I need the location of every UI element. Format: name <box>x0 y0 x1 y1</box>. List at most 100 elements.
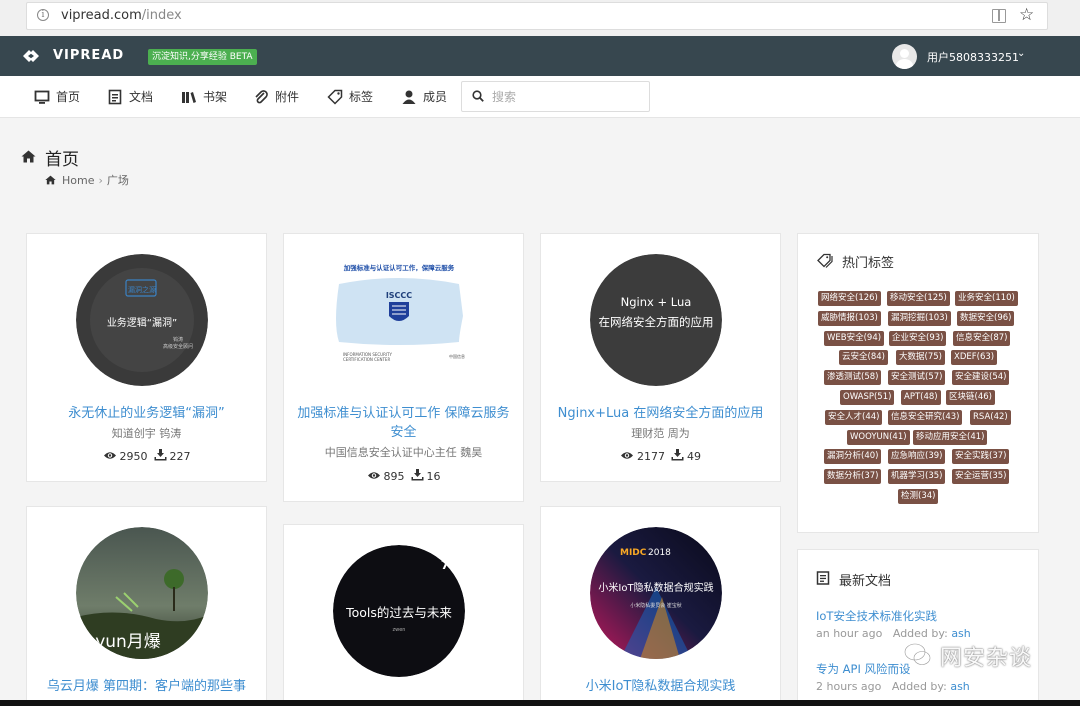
card-title[interactable]: Nginx+Lua 在网络安全方面的应用 <box>549 404 772 423</box>
eye-icon <box>103 452 116 459</box>
search-input[interactable] <box>492 88 642 106</box>
address-bar[interactable]: i vipread.com/index ☆ <box>26 2 1048 30</box>
home-icon <box>21 150 36 163</box>
card-author: 中国信息安全认证中心主任 魏昊 <box>324 446 483 459</box>
tag-item[interactable]: 数据安全(96) <box>957 311 1015 326</box>
card-cover-image[interactable]: 加强标准与认证认可工作，保障云服务 ISCCC INFORMATION SECU… <box>333 254 465 386</box>
reader-view-icon[interactable] <box>992 9 1006 23</box>
doc-card[interactable]: 7 oo Tools的过去与未来 zwen <box>283 524 524 706</box>
eye-icon <box>621 452 633 459</box>
card-author: 知道创宇 钨涛 <box>111 427 182 440</box>
doc-card[interactable]: 漏洞之源 业务逻辑“漏洞” 钨涛 高级安全顾问 永无休止的业务逻辑“漏洞” 知道… <box>26 233 267 482</box>
download-icon <box>154 449 166 461</box>
tag-item[interactable]: 安全实践(37) <box>952 449 1010 464</box>
card-cover-text: 业务逻辑“漏洞” <box>107 316 177 329</box>
breadcrumb-home-icon <box>45 175 56 185</box>
paperclip-icon <box>255 90 268 104</box>
bookshelf-icon <box>182 92 196 103</box>
tags-icon <box>817 253 833 268</box>
tag-item[interactable]: 应急响应(39) <box>888 449 946 464</box>
card-cover-image[interactable]: 漏洞之源 业务逻辑“漏洞” 钨涛 高级安全顾问 <box>76 254 208 386</box>
latest-doc-meta: an hour ago Added by: ash <box>816 627 971 640</box>
tag-item[interactable]: 检测(34) <box>898 489 939 504</box>
tag-item[interactable]: 安全人才(44) <box>825 410 883 425</box>
tag-item[interactable]: 漏洞分析(40) <box>824 449 882 464</box>
url-text[interactable]: vipread.com/index <box>61 8 182 23</box>
tag-item[interactable]: 网络安全(126) <box>818 291 881 306</box>
breadcrumb-home[interactable]: Home <box>62 174 94 187</box>
download-icon <box>671 449 684 461</box>
download-icon <box>411 469 423 481</box>
tag-item[interactable]: 安全运营(35) <box>952 469 1010 484</box>
card-title[interactable]: 永无休止的业务逻辑“漏洞” <box>35 404 258 423</box>
main-nav: 首页 文档 书架 附件 标签 成员 <box>0 76 1080 118</box>
tag-item[interactable]: XDEF(63) <box>951 350 998 365</box>
tag-item[interactable]: 信息安全研究(43) <box>888 410 963 425</box>
view-count: 2177 <box>637 450 665 463</box>
tag-item[interactable]: 机器学习(35) <box>888 469 946 484</box>
document-icon <box>108 89 122 105</box>
card-cover-text-line1: Nginx + Lua <box>621 295 692 309</box>
view-count: 2950 <box>119 450 148 463</box>
download-count: 49 <box>687 450 701 463</box>
monitor-icon <box>34 90 50 104</box>
breadcrumb: Home › 广场 <box>45 172 129 188</box>
latest-doc-link[interactable]: 专为 API 风险而设 <box>816 661 911 677</box>
doc-card[interactable]: yun月爆 乌云月爆 第四期：客户端的那些事 <box>26 506 267 706</box>
watermark-text: 网安杂谈 <box>940 646 1033 671</box>
card-title[interactable]: 小米IoT隐私数据合规实践 <box>549 677 772 696</box>
beta-badge: 沉淀知识,分享经验 BETA <box>148 49 257 65</box>
svg-text:中国信息: 中国信息 <box>449 353 465 359</box>
tag-item[interactable]: 安全测试(57) <box>888 370 946 385</box>
card-cover-text: ISCCC <box>386 291 412 300</box>
tag-item[interactable]: APT(48) <box>901 390 941 405</box>
tag-item[interactable]: 业务安全(110) <box>955 291 1018 306</box>
tag-item[interactable]: 云安全(84) <box>839 350 888 365</box>
tag-item[interactable]: 大数据(75) <box>896 350 945 365</box>
taskbar-strip <box>0 700 1080 706</box>
tag-item[interactable]: 渗透测试(58) <box>824 370 882 385</box>
tag-item[interactable]: 区块链(46) <box>946 390 995 405</box>
avatar[interactable] <box>892 44 917 69</box>
brand-name[interactable]: VIPREAD <box>53 48 124 63</box>
members-icon <box>402 90 416 104</box>
tag-item[interactable]: WOOYUN(41) <box>847 430 910 445</box>
doc-card[interactable]: 加强标准与认证认可工作，保障云服务 ISCCC INFORMATION SECU… <box>283 233 524 502</box>
card-title[interactable]: 乌云月爆 第四期：客户端的那些事 <box>35 677 258 696</box>
svg-text:7: 7 <box>441 558 449 572</box>
search-icon <box>472 90 484 102</box>
tag-item[interactable]: WEB安全(94) <box>824 331 885 346</box>
chevron-down-icon[interactable]: ⌄ <box>1017 48 1025 59</box>
card-cover-image[interactable]: Nginx + Lua 在网络安全方面的应用 <box>590 254 722 386</box>
tag-item[interactable]: 企业安全(93) <box>889 331 947 346</box>
svg-text:小米隐私委员会 崔宝秋: 小米隐私委员会 崔宝秋 <box>630 602 682 609</box>
doc-card[interactable]: MIDC 2018 小米IoT隐私数据合规实践 小米隐私委员会 崔宝秋 小米Io… <box>540 506 781 706</box>
card-cover-image[interactable]: MIDC 2018 小米IoT隐私数据合规实践 小米隐私委员会 崔宝秋 <box>590 527 722 659</box>
tag-item[interactable]: 威胁情报(103) <box>818 311 881 326</box>
page-title: 首页 <box>45 150 79 170</box>
doc-author-link[interactable]: ash <box>951 627 970 640</box>
user-name[interactable]: 用户5808333251 <box>927 49 1019 65</box>
search-box[interactable] <box>461 81 650 112</box>
tag-item[interactable]: 漏洞挖掘(103) <box>888 311 951 326</box>
breadcrumb-current: 广场 <box>106 174 129 187</box>
tag-item[interactable]: OWASP(51) <box>840 390 895 405</box>
tag-item[interactable]: RSA(42) <box>970 410 1011 425</box>
card-cover-image[interactable]: 7 oo Tools的过去与未来 zwen <box>333 545 465 677</box>
tag-item[interactable]: 安全建设(54) <box>952 370 1010 385</box>
tag-item[interactable]: 移动应用安全(41) <box>913 430 988 445</box>
card-stats: 2950 227 <box>27 449 266 463</box>
view-count: 895 <box>383 470 405 483</box>
card-cover-image[interactable]: yun月爆 <box>76 527 208 659</box>
tag-item[interactable]: 信息安全(87) <box>953 331 1011 346</box>
doc-author-link[interactable]: ash <box>950 680 969 693</box>
card-title[interactable]: 加强标准与认证认可工作 保障云服务安全 <box>292 404 515 442</box>
tag-item[interactable]: 数据分析(37) <box>824 469 882 484</box>
tag-item[interactable]: 移动安全(125) <box>887 291 950 306</box>
info-icon[interactable]: i <box>37 9 49 21</box>
bookmark-star-icon[interactable]: ☆ <box>1019 5 1034 25</box>
doc-card[interactable]: Nginx + Lua 在网络安全方面的应用 Nginx+Lua 在网络安全方面… <box>540 233 781 482</box>
logo-icon[interactable] <box>21 47 41 65</box>
latest-doc-link[interactable]: IoT安全技术标准化实践 <box>816 608 937 624</box>
document-icon <box>816 571 830 585</box>
